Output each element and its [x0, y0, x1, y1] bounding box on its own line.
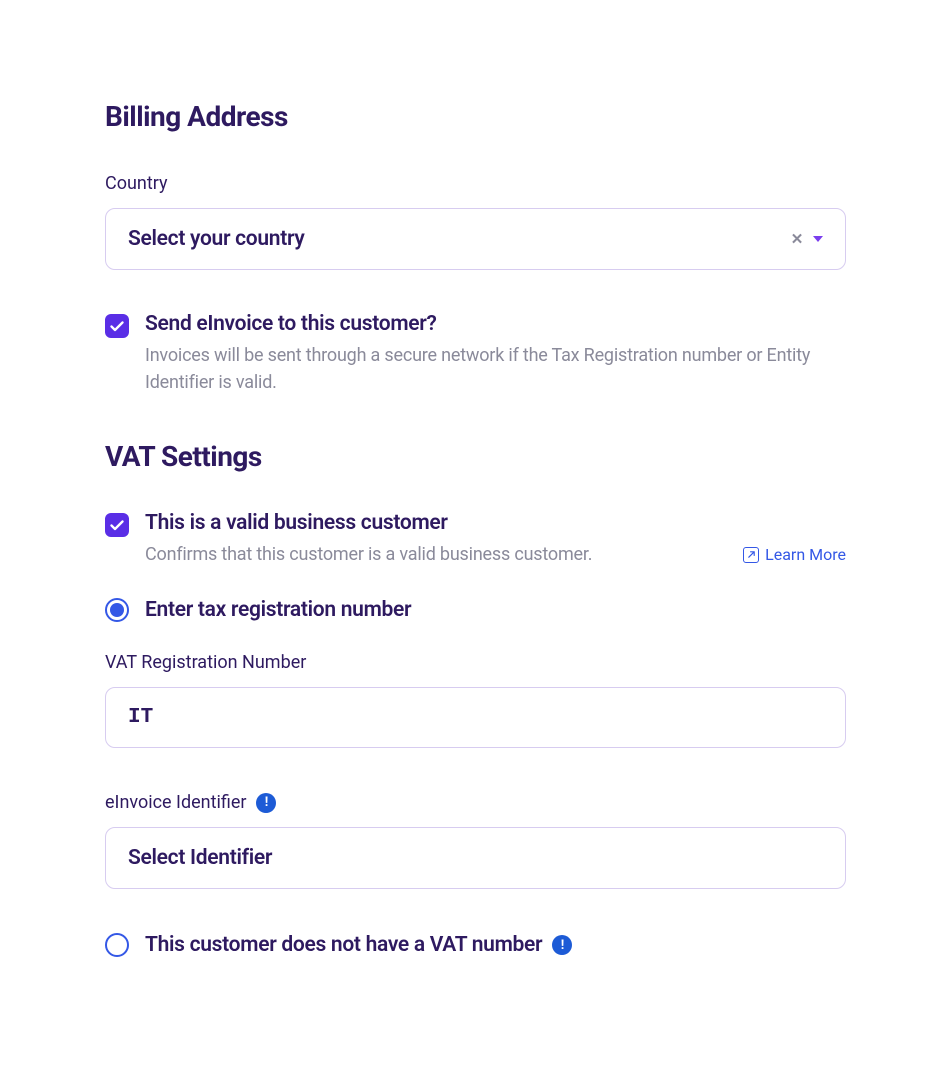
check-icon [110, 321, 124, 332]
einvoice-id-label: eInvoice Identifier ! [105, 792, 846, 813]
billing-heading: Billing Address [105, 100, 846, 133]
country-label: Country [105, 173, 846, 194]
einvoice-content: Send eInvoice to this customer? Invoices… [145, 312, 846, 396]
einvoice-label: Send eInvoice to this customer? [145, 312, 846, 336]
learn-more-link[interactable]: Learn More [743, 545, 846, 564]
einvoice-id-select-value: Select Identifier [128, 846, 272, 870]
einvoice-checkbox-row: Send eInvoice to this customer? Invoices… [105, 312, 846, 396]
valid-biz-content: This is a valid business customer Confir… [145, 511, 846, 568]
learn-more-text: Learn More [765, 545, 846, 564]
valid-biz-checkbox[interactable] [105, 513, 129, 537]
vat-heading: VAT Settings [105, 440, 846, 473]
no-vat-radio[interactable] [105, 933, 129, 957]
enter-tax-radio[interactable] [105, 598, 129, 622]
clear-icon[interactable]: ✕ [791, 232, 803, 247]
check-icon [110, 520, 124, 531]
valid-biz-row: This is a valid business customer Confir… [105, 511, 846, 568]
valid-biz-label: This is a valid business customer [145, 511, 846, 535]
info-icon[interactable]: ! [552, 935, 572, 955]
no-vat-radio-row: This customer does not have a VAT number… [105, 933, 846, 957]
info-icon[interactable]: ! [256, 793, 276, 813]
country-select-wrap: Select your country ✕ [105, 208, 846, 270]
valid-biz-desc: Confirms that this customer is a valid b… [145, 541, 592, 568]
external-link-icon [743, 547, 759, 563]
country-select[interactable]: Select your country ✕ [105, 208, 846, 270]
enter-tax-label: Enter tax registration number [145, 598, 411, 622]
einvoice-id-select[interactable]: Select Identifier [105, 827, 846, 889]
country-select-value: Select your country [128, 227, 305, 251]
einvoice-id-label-text: eInvoice Identifier [105, 792, 246, 813]
vat-reg-input[interactable] [105, 687, 846, 748]
chevron-down-icon[interactable] [813, 236, 823, 242]
vat-reg-label: VAT Registration Number [105, 652, 846, 673]
enter-tax-radio-row: Enter tax registration number [105, 598, 846, 622]
country-select-icons: ✕ [791, 232, 823, 247]
einvoice-desc: Invoices will be sent through a secure n… [145, 342, 846, 396]
einvoice-checkbox[interactable] [105, 314, 129, 338]
no-vat-label: This customer does not have a VAT number… [145, 933, 572, 957]
no-vat-label-text: This customer does not have a VAT number [145, 933, 542, 957]
valid-biz-desc-row: Confirms that this customer is a valid b… [145, 541, 846, 568]
